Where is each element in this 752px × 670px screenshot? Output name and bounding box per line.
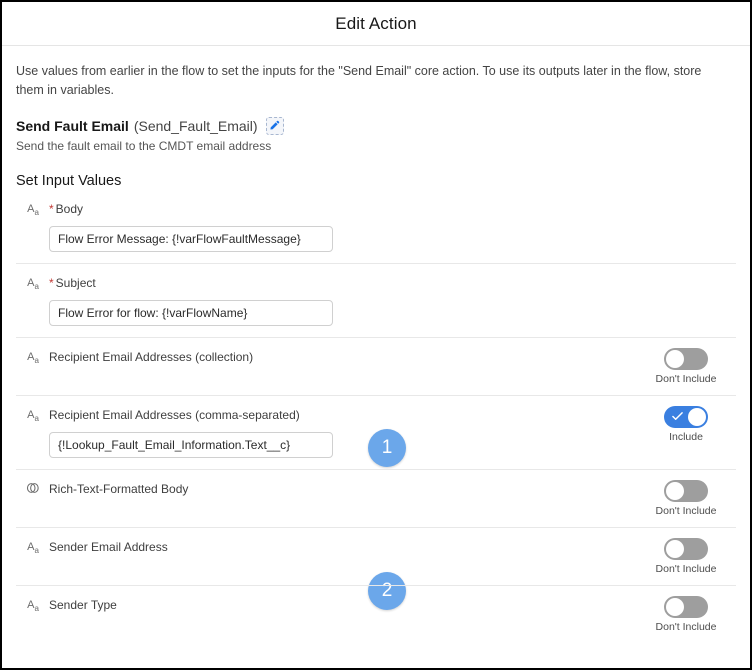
pencil-icon[interactable]	[265, 116, 284, 135]
rich-text-type-icon	[25, 481, 41, 498]
intro-text: Use values from earlier in the flow to s…	[16, 64, 702, 98]
field-label: Sender Type	[49, 598, 117, 613]
body-input[interactable]	[49, 225, 333, 252]
check-icon	[672, 412, 683, 421]
toggle-label: Don't Include	[655, 505, 717, 518]
toggle-label: Don't Include	[655, 373, 717, 386]
text-type-icon: Aa	[27, 541, 39, 556]
include-toggle-cell: Don't Include	[646, 348, 726, 385]
include-toggle-cell: Don't Include	[646, 480, 726, 517]
input-wrapper	[16, 300, 736, 327]
field-label: * Body	[49, 201, 83, 217]
row-header: Aa * Subject	[16, 275, 736, 294]
input-row-recipient-collection: Aa Recipient Email Addresses (collection…	[16, 337, 736, 395]
field-label: Recipient Email Addresses (collection)	[49, 350, 254, 365]
include-toggle[interactable]	[664, 406, 708, 429]
toggle-knob	[666, 350, 684, 369]
toggle-knob	[666, 540, 684, 559]
toggle-knob	[666, 598, 684, 617]
include-toggle-cell: Don't Include	[646, 538, 726, 575]
text-type-icon: Aa	[27, 202, 39, 217]
text-type-icon: Aa	[27, 409, 39, 424]
field-label: Recipient Email Addresses (comma-separat…	[49, 408, 300, 423]
include-toggle[interactable]	[664, 538, 708, 561]
row-header: Rich-Text-Formatted Body	[16, 481, 736, 498]
input-row-subject: Aa *Subject 2	[16, 262, 736, 610]
subject-input[interactable]	[49, 300, 333, 327]
action-description: Send the fault email to the CMDT email a…	[16, 138, 272, 153]
recipient-comma-input[interactable]	[49, 432, 333, 459]
text-type-icon: Aa	[27, 599, 39, 614]
input-row-rich-text-body: Rich-Text-Formatted Body Don't Include	[16, 469, 736, 527]
include-toggle[interactable]	[664, 480, 708, 503]
toggle-knob	[666, 482, 684, 501]
required-indicator: *	[49, 275, 54, 290]
input-row-body: Aa *Body 1	[16, 197, 736, 467]
action-heading: Send Fault Email (Send_Fault_Email)	[16, 116, 736, 135]
text-type-icon: Aa	[27, 276, 39, 292]
toggle-label: Include	[669, 431, 703, 444]
edit-action-modal: Edit Action Use values from earlier in t…	[0, 0, 752, 670]
action-api-name: (Send_Fault_Email)	[133, 117, 258, 134]
include-toggle[interactable]	[664, 596, 708, 619]
toggle-knob	[688, 408, 706, 427]
required-indicator: *	[49, 201, 54, 216]
include-toggle[interactable]	[664, 348, 708, 371]
page-title: Edit Action	[335, 13, 417, 33]
input-values-list: Aa *Body 1 Aa *Subject 2	[16, 197, 736, 644]
row-header: Aa Recipient Email Addresses (collection…	[16, 349, 736, 368]
include-toggle-cell: Don't Include	[646, 596, 726, 633]
toggle-label: Don't Include	[655, 621, 717, 634]
modal-header: Edit Action	[2, 2, 750, 46]
row-header: Aa Recipient Email Addresses (comma-sepa…	[16, 407, 736, 426]
field-label: Sender Email Address	[49, 540, 168, 555]
row-header: Aa Sender Type	[16, 597, 736, 616]
input-wrapper	[16, 225, 736, 252]
include-toggle-cell: Include	[646, 406, 726, 443]
field-label-text: Body	[55, 201, 84, 216]
input-wrapper	[16, 432, 736, 459]
action-label: Send Fault Email	[16, 117, 129, 134]
text-type-icon: Aa	[27, 351, 39, 366]
input-row-sender-email: Aa Sender Email Address Don't Include	[16, 527, 736, 585]
input-row-recipient-comma: Aa Recipient Email Addresses (comma-sepa…	[16, 395, 736, 469]
row-header: Aa Sender Email Address	[16, 539, 736, 558]
row-header: Aa * Body	[16, 201, 736, 220]
input-row-sender-type: Aa Sender Type Don't Include	[16, 585, 736, 643]
field-label: * Subject	[49, 275, 96, 291]
field-label-text: Subject	[55, 275, 96, 290]
modal-body: Use values from earlier in the flow to s…	[2, 46, 750, 643]
field-label: Rich-Text-Formatted Body	[49, 482, 189, 497]
section-title: Set Input Values	[16, 172, 122, 189]
toggle-label: Don't Include	[655, 563, 717, 576]
